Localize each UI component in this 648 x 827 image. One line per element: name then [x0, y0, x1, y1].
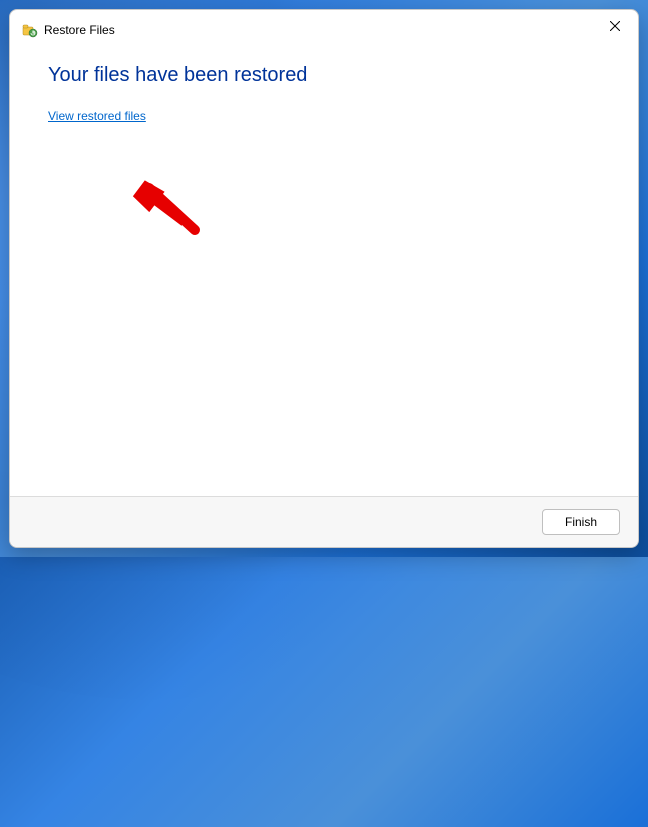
restore-files-dialog: Restore Files Your files have been resto…: [9, 9, 639, 548]
view-restored-files-link[interactable]: View restored files: [48, 109, 146, 123]
close-button[interactable]: [592, 10, 638, 42]
close-icon: [610, 21, 620, 31]
page-heading: Your files have been restored: [48, 64, 600, 87]
titlebar: Restore Files: [10, 10, 638, 50]
dialog-footer: Finish: [10, 496, 638, 547]
restore-files-icon: [22, 22, 38, 38]
dialog-content: Your files have been restored View resto…: [10, 50, 638, 496]
titlebar-title: Restore Files: [44, 23, 115, 37]
annotation-arrow: [125, 170, 225, 260]
finish-button[interactable]: Finish: [542, 509, 620, 535]
